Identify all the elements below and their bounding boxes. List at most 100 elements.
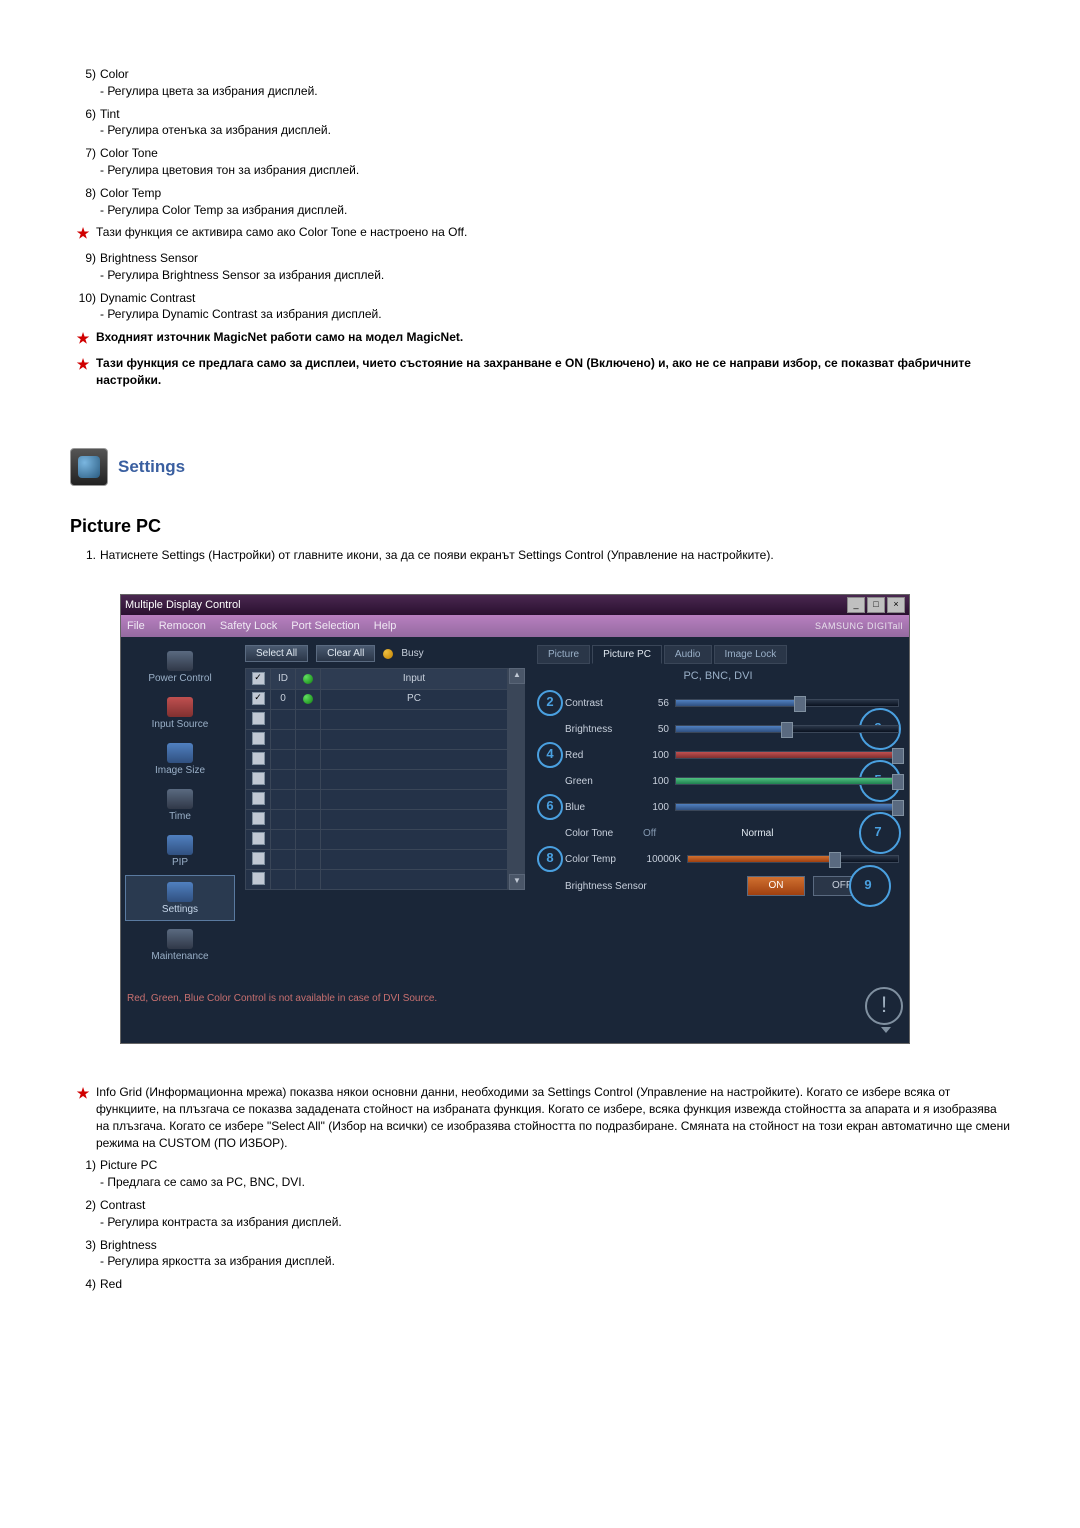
red-slider[interactable] [675, 751, 899, 759]
list-item: 7) Color Tone - Регулира цветовия тон за… [70, 145, 1010, 179]
blue-row: 6 Blue 100 [537, 794, 899, 820]
clear-all-button[interactable]: Clear All [316, 645, 375, 662]
note: ★ Входният източник MagicNet работи само… [70, 329, 1010, 349]
busy-label: Busy [401, 648, 423, 659]
tab-image-lock[interactable]: Image Lock [714, 645, 788, 664]
red-row: 4 Red 100 [537, 742, 899, 768]
settings-section-icon [70, 448, 108, 486]
menu-remocon[interactable]: Remocon [159, 620, 206, 632]
menu-help[interactable]: Help [374, 620, 397, 632]
badge-6: 6 [537, 794, 563, 820]
badge-8: 8 [537, 846, 563, 872]
col-status [296, 669, 321, 690]
section-title: Settings [118, 457, 185, 477]
item-title: Brightness [100, 1238, 157, 1252]
list-item: 6) Tint - Регулира отенъка за избрания д… [70, 106, 1010, 140]
menu-port-selection[interactable]: Port Selection [291, 620, 359, 632]
green-row: 5 Green 100 [537, 768, 899, 794]
scroll-down-button[interactable]: ▼ [509, 874, 525, 890]
star-icon: ★ [70, 224, 96, 244]
note: ★ Info Grid (Информационна мрежа) показв… [70, 1084, 1010, 1151]
item-desc: - Регулира Brightness Sensor за избрания… [100, 267, 1010, 284]
sidebar-item-time[interactable]: Time [125, 783, 235, 827]
list-item: 5) Color - Регулира цвета за избрания ди… [70, 66, 1010, 100]
list-item: 8) Color Temp - Регулира Color Temp за и… [70, 185, 1010, 219]
menubar: File Remocon Safety Lock Port Selection … [121, 615, 909, 637]
list-item: 10) Dynamic Contrast - Регулира Dynamic … [70, 290, 1010, 324]
row-checkbox[interactable] [252, 692, 265, 705]
tone-off[interactable]: Off [643, 828, 656, 839]
item-title: Dynamic Contrast [100, 291, 195, 305]
busy-icon [383, 649, 393, 659]
col-input: Input [321, 669, 508, 690]
scroll-up-button[interactable]: ▲ [509, 668, 525, 684]
col-check[interactable] [246, 669, 271, 690]
subheading: Picture PC [70, 516, 1010, 537]
footer-note: Red, Green, Blue Color Control is not av… [121, 993, 909, 1043]
step: 1. Натиснете Settings (Настройки) от гла… [70, 547, 1010, 564]
badge-2: 2 [537, 690, 563, 716]
list-item: 4) Red [70, 1276, 1010, 1293]
sidebar-item-maintenance[interactable]: Maintenance [125, 923, 235, 967]
sidebar-item-settings[interactable]: Settings [125, 875, 235, 921]
tab-picture-pc[interactable]: Picture PC [592, 645, 662, 664]
item-title: Red [100, 1277, 122, 1291]
col-id: ID [271, 669, 296, 690]
info-grid-panel: Select All Clear All Busy ID [239, 637, 531, 975]
star-icon: ★ [70, 1084, 96, 1151]
sidebar-item-pip[interactable]: PIP [125, 829, 235, 873]
item-desc: - Регулира цвета за избрания дисплей. [100, 83, 1010, 100]
grid-scrollbar[interactable]: ▲ ▼ [509, 668, 525, 890]
list-item: 3) Brightness - Регулира яркостта за изб… [70, 1237, 1010, 1271]
window-title: Multiple Display Control [125, 599, 241, 611]
green-slider[interactable] [675, 777, 899, 785]
color-temp-slider[interactable] [687, 855, 899, 863]
sidebar-item-input-source[interactable]: Input Source [125, 691, 235, 735]
item-desc: - Предлага се само за PC, BNC, DVI. [100, 1174, 1010, 1191]
menu-file[interactable]: File [127, 620, 145, 632]
blue-slider[interactable] [675, 803, 899, 811]
tone-normal[interactable]: Normal [741, 828, 773, 839]
select-all-button[interactable]: Select All [245, 645, 308, 662]
minimize-button[interactable]: _ [847, 597, 865, 613]
item-desc: - Регулира цветовия тон за избрания дисп… [100, 162, 1010, 179]
titlebar: Multiple Display Control _ □ × [121, 595, 909, 615]
sidebar: Power Control Input Source Image Size Ti… [121, 637, 239, 975]
contrast-slider[interactable] [675, 699, 899, 707]
grid-row[interactable]: 0 PC [246, 689, 508, 709]
item-desc: - Регулира контраста за избрания дисплей… [100, 1214, 1010, 1231]
bsensor-on-button[interactable]: ON [747, 876, 805, 896]
list-item: 2) Contrast - Регулира контраста за избр… [70, 1197, 1010, 1231]
alert-icon: ! [865, 987, 903, 1025]
tab-picture[interactable]: Picture [537, 645, 590, 664]
panel-title: PC, BNC, DVI [537, 670, 899, 682]
item-title: Color Temp [100, 186, 161, 200]
item-title: Color [100, 67, 129, 81]
brand-label: SAMSUNG DIGITall [815, 621, 903, 631]
star-icon: ★ [70, 329, 96, 349]
item-desc: - Регулира Color Temp за избрания диспле… [100, 202, 1010, 219]
item-desc: - Регулира яркостта за избрания дисплей. [100, 1253, 1010, 1270]
maximize-button[interactable]: □ [867, 597, 885, 613]
sidebar-item-power-control[interactable]: Power Control [125, 645, 235, 689]
tab-audio[interactable]: Audio [664, 645, 712, 664]
brightness-slider[interactable] [675, 725, 899, 733]
item-title: Color Tone [100, 146, 158, 160]
note: ★ Тази функция се предлага само за диспл… [70, 355, 1010, 389]
list-item: 1) Picture PC - Предлага се само за PC, … [70, 1157, 1010, 1191]
item-title: Brightness Sensor [100, 251, 198, 265]
note: ★ Тази функция се активира само ако Colo… [70, 224, 1010, 244]
item-title: Tint [100, 107, 120, 121]
item-desc: - Регулира Dynamic Contrast за избрания … [100, 306, 1010, 323]
contrast-row: 2 Contrast 56 [537, 690, 899, 716]
item-title: Picture PC [100, 1158, 157, 1172]
close-button[interactable]: × [887, 597, 905, 613]
badge-4: 4 [537, 742, 563, 768]
color-tone-row: 7 Color Tone Off Normal Custom [537, 820, 899, 846]
brightness-sensor-row: 9 Brightness Sensor ON OFF [537, 872, 899, 900]
menu-safety-lock[interactable]: Safety Lock [220, 620, 277, 632]
app-window: Multiple Display Control _ □ × File Remo… [120, 594, 910, 1044]
brightness-row: 3 Brightness 50 [537, 716, 899, 742]
status-dot-icon [303, 694, 313, 704]
sidebar-item-image-size[interactable]: Image Size [125, 737, 235, 781]
